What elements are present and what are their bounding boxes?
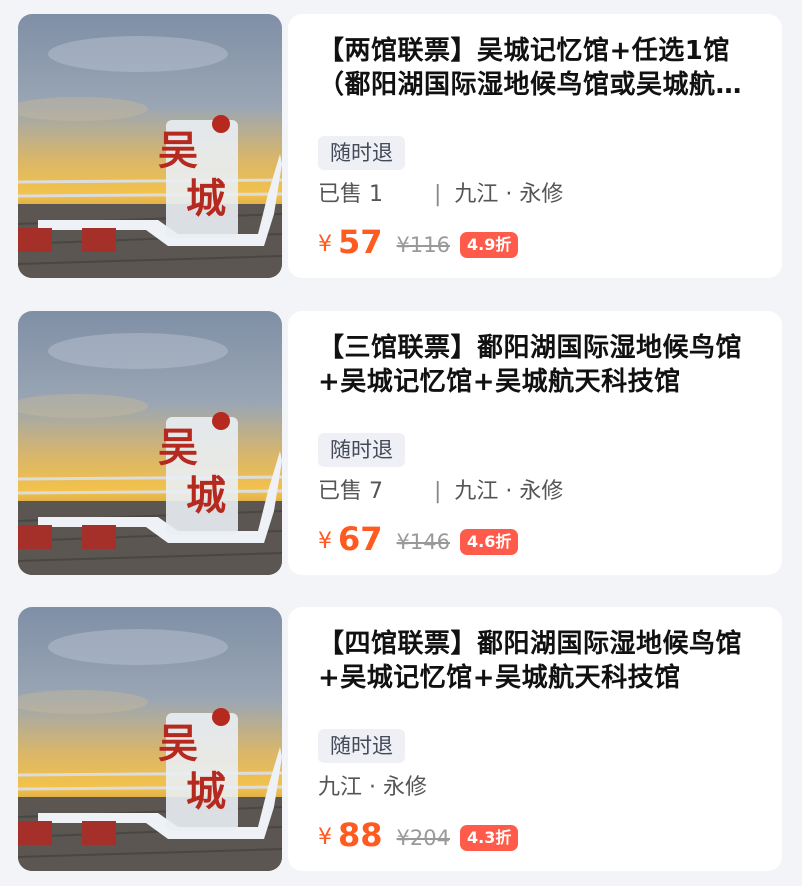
- original-price: ¥204: [396, 826, 450, 850]
- svg-text:城: 城: [186, 472, 226, 519]
- product-card[interactable]: 吴 城 【三馆联票】鄱阳湖国际湿地候鸟馆+吴城记忆馆+吴城航天科技馆 随时退 已…: [18, 311, 782, 575]
- product-list: 吴 城 【两馆联票】吴城记忆馆+任选1馆（鄱阳湖国际湿地候鸟馆或吴城航天科技馆）…: [0, 0, 802, 886]
- price-row: ¥ 67 ¥146 4.6折: [318, 517, 519, 561]
- sale-price: 67: [338, 520, 383, 558]
- product-card[interactable]: 吴 城 【两馆联票】吴城记忆馆+任选1馆（鄱阳湖国际湿地候鸟馆或吴城航天科技馆）…: [18, 14, 782, 278]
- product-image[interactable]: 吴 城: [18, 311, 282, 575]
- discount-badge: 4.6折: [459, 529, 519, 555]
- product-title[interactable]: 【三馆联票】鄱阳湖国际湿地候鸟馆+吴城记忆馆+吴城航天科技馆: [318, 331, 762, 399]
- product-image[interactable]: 吴 城: [18, 607, 282, 871]
- product-info[interactable]: 【三馆联票】鄱阳湖国际湿地候鸟馆+吴城记忆馆+吴城航天科技馆 随时退 已售 7 |…: [288, 311, 782, 575]
- product-info[interactable]: 【两馆联票】吴城记忆馆+任选1馆（鄱阳湖国际湿地候鸟馆或吴城航天科技馆） 随时退…: [288, 14, 782, 278]
- location: 九江 · 永修: [454, 182, 564, 207]
- location: 九江 · 永修: [318, 775, 427, 800]
- price-row: ¥ 88 ¥204 4.3折: [318, 813, 519, 857]
- sold-count: 已售 7: [318, 479, 383, 504]
- meta-separator: |: [434, 479, 442, 504]
- currency-symbol: ¥: [318, 231, 332, 257]
- product-card[interactable]: 吴 城 【四馆联票】鄱阳湖国际湿地候鸟馆+吴城记忆馆+吴城航天科技馆 随时退 九…: [18, 607, 782, 871]
- currency-symbol: ¥: [318, 824, 332, 850]
- meta-separator: |: [434, 182, 442, 207]
- refund-anytime-tag: 随时退: [318, 729, 405, 763]
- discount-badge: 4.9折: [459, 232, 519, 258]
- product-meta: 已售 1 | 九江 · 永修: [318, 178, 563, 212]
- product-info[interactable]: 【四馆联票】鄱阳湖国际湿地候鸟馆+吴城记忆馆+吴城航天科技馆 随时退 九江 · …: [288, 607, 782, 871]
- price-row: ¥ 57 ¥116 4.9折: [318, 220, 519, 264]
- product-meta: 九江 · 永修: [318, 771, 427, 805]
- original-price: ¥116: [396, 233, 450, 257]
- refund-anytime-tag: 随时退: [318, 433, 405, 467]
- svg-text:城: 城: [186, 175, 226, 222]
- refund-anytime-tag: 随时退: [318, 136, 405, 170]
- sunset-landmark-photo-icon: 吴 城: [18, 14, 282, 278]
- product-image[interactable]: 吴 城: [18, 14, 282, 278]
- svg-text:城: 城: [186, 768, 226, 815]
- location: 九江 · 永修: [454, 479, 564, 504]
- discount-badge: 4.3折: [459, 825, 519, 851]
- svg-text:吴: 吴: [158, 720, 198, 767]
- currency-symbol: ¥: [318, 528, 332, 554]
- product-title[interactable]: 【四馆联票】鄱阳湖国际湿地候鸟馆+吴城记忆馆+吴城航天科技馆: [318, 627, 762, 695]
- product-title[interactable]: 【两馆联票】吴城记忆馆+任选1馆（鄱阳湖国际湿地候鸟馆或吴城航天科技馆）: [318, 34, 762, 102]
- svg-text:吴: 吴: [158, 127, 198, 174]
- sunset-landmark-photo-icon: 吴 城: [18, 311, 282, 575]
- svg-text:吴: 吴: [158, 424, 198, 471]
- product-meta: 已售 7 | 九江 · 永修: [318, 475, 563, 509]
- sale-price: 88: [338, 816, 383, 854]
- sunset-landmark-photo-icon: 吴 城: [18, 607, 282, 871]
- sale-price: 57: [338, 223, 383, 261]
- sold-count: 已售 1: [318, 182, 383, 207]
- original-price: ¥146: [396, 530, 450, 554]
